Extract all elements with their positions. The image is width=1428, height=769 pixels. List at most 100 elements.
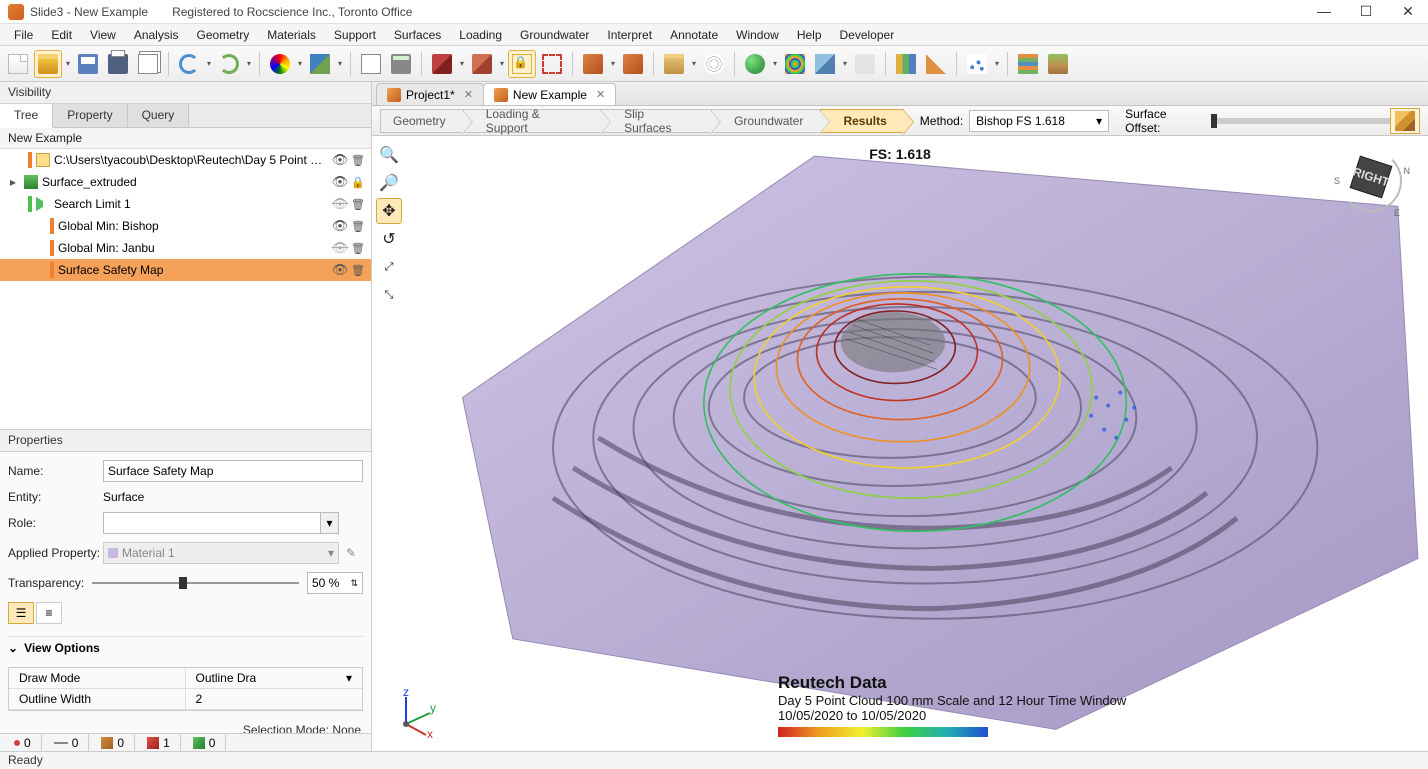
tab-tree[interactable]: Tree — [0, 104, 53, 128]
layers-button[interactable] — [1014, 50, 1042, 78]
wire-button[interactable] — [700, 50, 728, 78]
axis-gizmo[interactable]: z y x — [386, 689, 436, 739]
tree-node[interactable]: Search Limit 1👁🗑 — [0, 193, 371, 215]
selectrect-button[interactable] — [538, 50, 566, 78]
menu-materials[interactable]: Materials — [259, 26, 324, 44]
calc-button[interactable] — [387, 50, 415, 78]
visibility-toggle-icon[interactable]: 👁 — [333, 219, 347, 233]
copy-button[interactable] — [134, 50, 162, 78]
transparency-value[interactable]: 50 %⇅ — [307, 572, 363, 594]
delete-icon[interactable]: 🗑 — [351, 219, 365, 233]
box2-dropdown[interactable]: ▾ — [498, 50, 506, 78]
method-combo[interactable]: Bishop FS 1.618▾ — [969, 110, 1109, 132]
document-tab[interactable]: New Example✕ — [483, 83, 616, 105]
close-tab-icon[interactable]: ✕ — [596, 88, 605, 101]
tree-node[interactable]: Surface Safety Map👁🗑 — [0, 259, 371, 281]
tree-node[interactable]: Global Min: Janbu👁🗑 — [0, 237, 371, 259]
box4-button[interactable] — [619, 50, 647, 78]
box3-button[interactable] — [579, 50, 607, 78]
visibility-toggle-icon[interactable]: 👁 — [333, 197, 347, 211]
delete-icon[interactable]: 🗑 — [351, 241, 365, 255]
menu-loading[interactable]: Loading — [451, 26, 510, 44]
tree-view[interactable]: C:\Users\tyacoub\Desktop\Reutech\Day 5 P… — [0, 149, 371, 429]
view-mode-list-button[interactable]: ≡ — [36, 602, 62, 624]
box-button[interactable] — [428, 50, 456, 78]
menu-support[interactable]: Support — [326, 26, 384, 44]
folder-button[interactable] — [660, 50, 688, 78]
workflow-step[interactable]: Slip Surfaces — [601, 109, 711, 133]
scatter-dropdown[interactable]: ▾ — [993, 50, 1001, 78]
outline-width-value[interactable]: 2 — [186, 689, 363, 710]
folder-dropdown[interactable]: ▾ — [690, 50, 698, 78]
reset-button[interactable]: ⤡ — [376, 282, 402, 308]
expand-icon[interactable]: ▸ — [6, 175, 20, 189]
open-button[interactable] — [34, 50, 62, 78]
name-input[interactable] — [103, 460, 363, 482]
lock-icon[interactable]: 🔒 — [351, 175, 365, 189]
lock-button[interactable]: 🔒 — [508, 50, 536, 78]
box-dropdown[interactable]: ▾ — [458, 50, 466, 78]
menu-analysis[interactable]: Analysis — [126, 26, 187, 44]
zoom-in-button[interactable]: 🔍 — [376, 142, 402, 168]
contour-button[interactable] — [781, 50, 809, 78]
new-button[interactable] — [4, 50, 32, 78]
menu-groundwater[interactable]: Groundwater — [512, 26, 597, 44]
delete-icon[interactable]: 🗑 — [351, 197, 365, 211]
draw-mode-combo[interactable]: Outline Dra▾ — [186, 668, 363, 689]
view-options-header[interactable]: ⌄View Options — [8, 636, 363, 659]
box2-button[interactable] — [468, 50, 496, 78]
delete-icon[interactable]: 🗑 — [351, 153, 365, 167]
menu-view[interactable]: View — [82, 26, 124, 44]
workflow-step[interactable]: Groundwater — [711, 109, 820, 133]
cube-button[interactable] — [811, 50, 839, 78]
pan-button[interactable]: ✥ — [376, 198, 402, 224]
view-compass[interactable]: RIGHT S N E — [1336, 146, 1406, 216]
open-dropdown[interactable]: ▾ — [64, 50, 72, 78]
block-button[interactable] — [1044, 50, 1072, 78]
sphere-button[interactable] — [741, 50, 769, 78]
cube-dropdown[interactable]: ▾ — [841, 50, 849, 78]
colorwheel-button[interactable] — [266, 50, 294, 78]
menu-geometry[interactable]: Geometry — [189, 26, 258, 44]
surface-offset-slider[interactable] — [1211, 118, 1390, 124]
visibility-toggle-icon[interactable]: 👁 — [333, 263, 347, 277]
document-tab[interactable]: Project1*✕ — [376, 83, 484, 105]
arrow-button[interactable] — [922, 50, 950, 78]
scatter-button[interactable] — [963, 50, 991, 78]
tree-node[interactable]: C:\Users\tyacoub\Desktop\Reutech\Day 5 P… — [0, 149, 371, 171]
menu-surfaces[interactable]: Surfaces — [386, 26, 449, 44]
zoom-button[interactable]: 🔎 — [376, 170, 402, 196]
tree-node[interactable]: ▸Surface_extruded👁🔒 — [0, 171, 371, 193]
menu-window[interactable]: Window — [728, 26, 787, 44]
target-button[interactable] — [357, 50, 385, 78]
tree-node[interactable]: Global Min: Bishop👁🗑 — [0, 215, 371, 237]
view-mode-detail-button[interactable]: ☰ — [8, 602, 34, 624]
print-button[interactable] — [104, 50, 132, 78]
tab-query[interactable]: Query — [128, 104, 190, 127]
rotate-button[interactable]: ↺ — [376, 226, 402, 252]
role-combo[interactable] — [103, 512, 321, 534]
minimize-button[interactable]: — — [1312, 3, 1336, 20]
redo-button[interactable] — [215, 50, 243, 78]
menu-developer[interactable]: Developer — [832, 26, 903, 44]
save-button[interactable] — [74, 50, 102, 78]
transparency-slider[interactable] — [92, 573, 299, 593]
close-button[interactable]: ✕ — [1396, 3, 1420, 20]
workflow-step[interactable]: Geometry — [380, 109, 463, 133]
menu-help[interactable]: Help — [789, 26, 830, 44]
menu-edit[interactable]: Edit — [43, 26, 80, 44]
menu-file[interactable]: File — [6, 26, 41, 44]
visibility-toggle-icon[interactable]: 👁 — [333, 153, 347, 167]
visibility-toggle-icon[interactable]: 👁 — [333, 175, 347, 189]
undo-dropdown[interactable]: ▾ — [205, 50, 213, 78]
terrain-dropdown[interactable]: ▾ — [336, 50, 344, 78]
workflow-step[interactable]: Loading & Support — [463, 109, 601, 133]
maximize-button[interactable]: ☐ — [1354, 3, 1378, 20]
delete-icon[interactable]: 🗑 — [351, 263, 365, 277]
menu-annotate[interactable]: Annotate — [662, 26, 726, 44]
visibility-toggle-icon[interactable]: 👁 — [333, 241, 347, 255]
redo-dropdown[interactable]: ▾ — [245, 50, 253, 78]
undo-button[interactable] — [175, 50, 203, 78]
bars-button[interactable] — [892, 50, 920, 78]
view-3d-button[interactable] — [1390, 108, 1420, 134]
